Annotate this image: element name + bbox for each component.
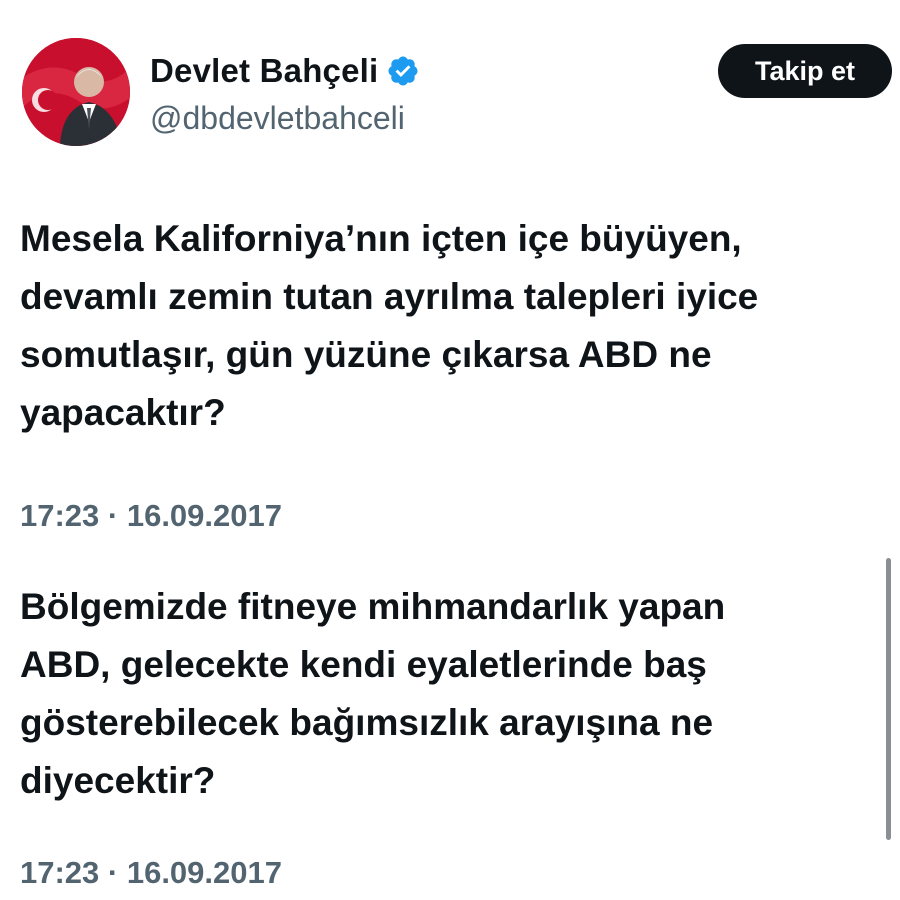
avatar[interactable] [22, 38, 130, 146]
tweet-header: Devlet Bahçeli @dbdevletbahceli Takip et [22, 38, 892, 150]
avatar-image [22, 38, 130, 146]
verified-badge-icon[interactable] [386, 54, 420, 88]
name-row: Devlet Bahçeli [150, 46, 420, 96]
scrollbar[interactable] [886, 558, 891, 840]
follow-button[interactable]: Takip et [718, 44, 892, 98]
tweet-text-2: Bölgemizde fitneye mihmandarlık yapan AB… [20, 586, 726, 801]
tweet-timestamp-1[interactable]: 17:23 · 16.09.2017 [20, 498, 282, 534]
user-handle[interactable]: @dbdevletbahceli [150, 100, 420, 137]
tweet-text-1: Mesela Kaliforniya’nın içten içe büyüyen… [20, 218, 759, 433]
user-identity: Devlet Bahçeli @dbdevletbahceli [150, 46, 420, 137]
tweet-timestamp-2[interactable]: 17:23 · 16.09.2017 [20, 855, 282, 891]
display-name[interactable]: Devlet Bahçeli [150, 52, 378, 90]
